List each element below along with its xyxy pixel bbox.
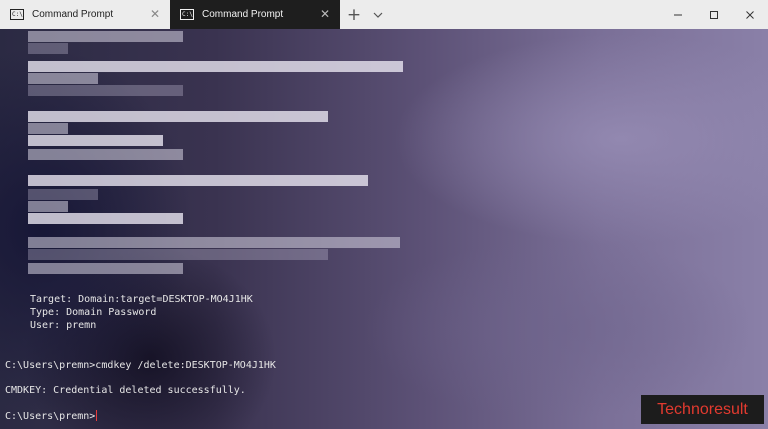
tab-label: Command Prompt: [202, 9, 284, 20]
minimize-button[interactable]: [660, 0, 696, 29]
cmd-icon: C:\: [180, 9, 194, 20]
tab-command-prompt-2[interactable]: C:\ Command Prompt ✕: [170, 0, 340, 29]
redacted-output: [28, 29, 438, 279]
maximize-button[interactable]: [696, 0, 732, 29]
minimize-icon: [674, 14, 682, 15]
credential-type: Type: Domain Password: [30, 307, 157, 318]
terminal-output[interactable]: Target: Domain:target=DESKTOP-MO4J1HK Ty…: [0, 29, 768, 429]
close-button[interactable]: [732, 0, 768, 29]
maximize-icon: [710, 10, 718, 19]
text-cursor: [96, 410, 98, 421]
prompt-text: C:\Users\premn>: [5, 411, 96, 422]
tab-label: Command Prompt: [32, 9, 114, 20]
new-tab-button[interactable]: +: [340, 0, 368, 29]
credential-user: User: premn: [30, 320, 97, 331]
close-icon: [746, 10, 754, 19]
tab-close-icon[interactable]: ✕: [318, 7, 332, 21]
title-bar: C:\ Command Prompt ✕ C:\ Command Prompt …: [0, 0, 768, 29]
tab-command-prompt-1[interactable]: C:\ Command Prompt ✕: [0, 0, 170, 29]
watermark-logo: Technoresult: [641, 395, 764, 424]
command-line: C:\Users\premn>cmdkey /delete:DESKTOP-MO…: [5, 360, 276, 371]
credential-target: Target: Domain:target=DESKTOP-MO4J1HK: [30, 294, 253, 305]
cmd-icon: C:\: [10, 9, 24, 20]
tab-dropdown-button[interactable]: [368, 0, 388, 29]
prompt-line[interactable]: C:\Users\premn>: [5, 410, 98, 423]
chevron-down-icon: [373, 12, 383, 18]
result-line: CMDKEY: Credential deleted successfully.: [5, 385, 246, 396]
tab-close-icon[interactable]: ✕: [148, 7, 162, 21]
drag-region[interactable]: [388, 0, 660, 29]
